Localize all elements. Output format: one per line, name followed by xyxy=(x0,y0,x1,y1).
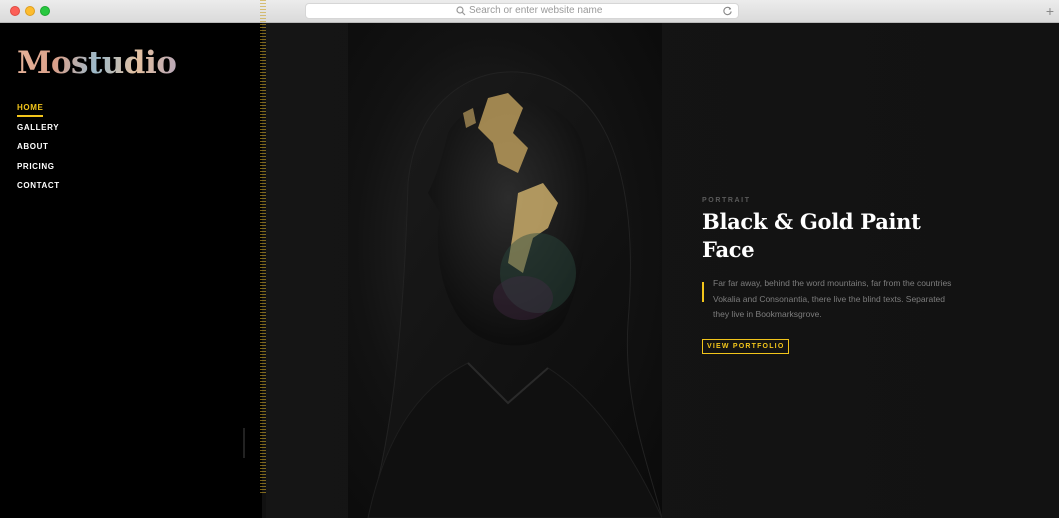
minimize-window-button[interactable] xyxy=(25,6,35,16)
nav-item-gallery[interactable]: GALLERY xyxy=(17,123,60,143)
accent-bar xyxy=(702,282,704,302)
new-tab-icon[interactable]: + xyxy=(1041,3,1059,21)
feature-info: PORTRAIT Black & Gold Paint Face Far far… xyxy=(702,197,952,354)
nav-item-home[interactable]: HOME xyxy=(17,103,60,123)
scroll-indicator xyxy=(243,428,245,458)
feature-category: PORTRAIT xyxy=(702,197,751,204)
main-nav: HOME GALLERY ABOUT PRICING CONTACT xyxy=(17,103,60,201)
feature-description: Far far away, behind the word mountains,… xyxy=(713,278,952,319)
sidebar: Mostudio HOME GALLERY ABOUT PRICING CONT… xyxy=(0,23,262,518)
hooded-man-painted-face-photo xyxy=(348,23,662,518)
feature-title: Black & Gold Paint Face xyxy=(702,208,952,264)
close-window-button[interactable] xyxy=(10,6,20,16)
address-bar[interactable]: Search or enter website name xyxy=(305,3,739,19)
reload-icon[interactable] xyxy=(722,5,733,16)
browser-toolbar: Search or enter website name + xyxy=(0,0,1059,23)
feature-description-block: Far far away, behind the word mountains,… xyxy=(702,276,952,323)
site-logo[interactable]: Mostudio xyxy=(17,45,177,81)
nav-item-about[interactable]: ABOUT xyxy=(17,142,60,162)
nav-item-contact[interactable]: CONTACT xyxy=(17,181,60,201)
feature-title-line-1: Black & Gold Paint xyxy=(702,209,921,234)
main-content: PORTRAIT Black & Gold Paint Face Far far… xyxy=(266,23,1059,518)
nav-item-pricing[interactable]: PRICING xyxy=(17,162,60,182)
feature-title-line-2: Face xyxy=(702,237,755,262)
maximize-window-button[interactable] xyxy=(40,6,50,16)
address-bar-placeholder: Search or enter website name xyxy=(469,5,603,16)
search-icon xyxy=(456,6,466,16)
view-portfolio-button[interactable]: VIEW PORTFOLIO xyxy=(702,338,790,354)
